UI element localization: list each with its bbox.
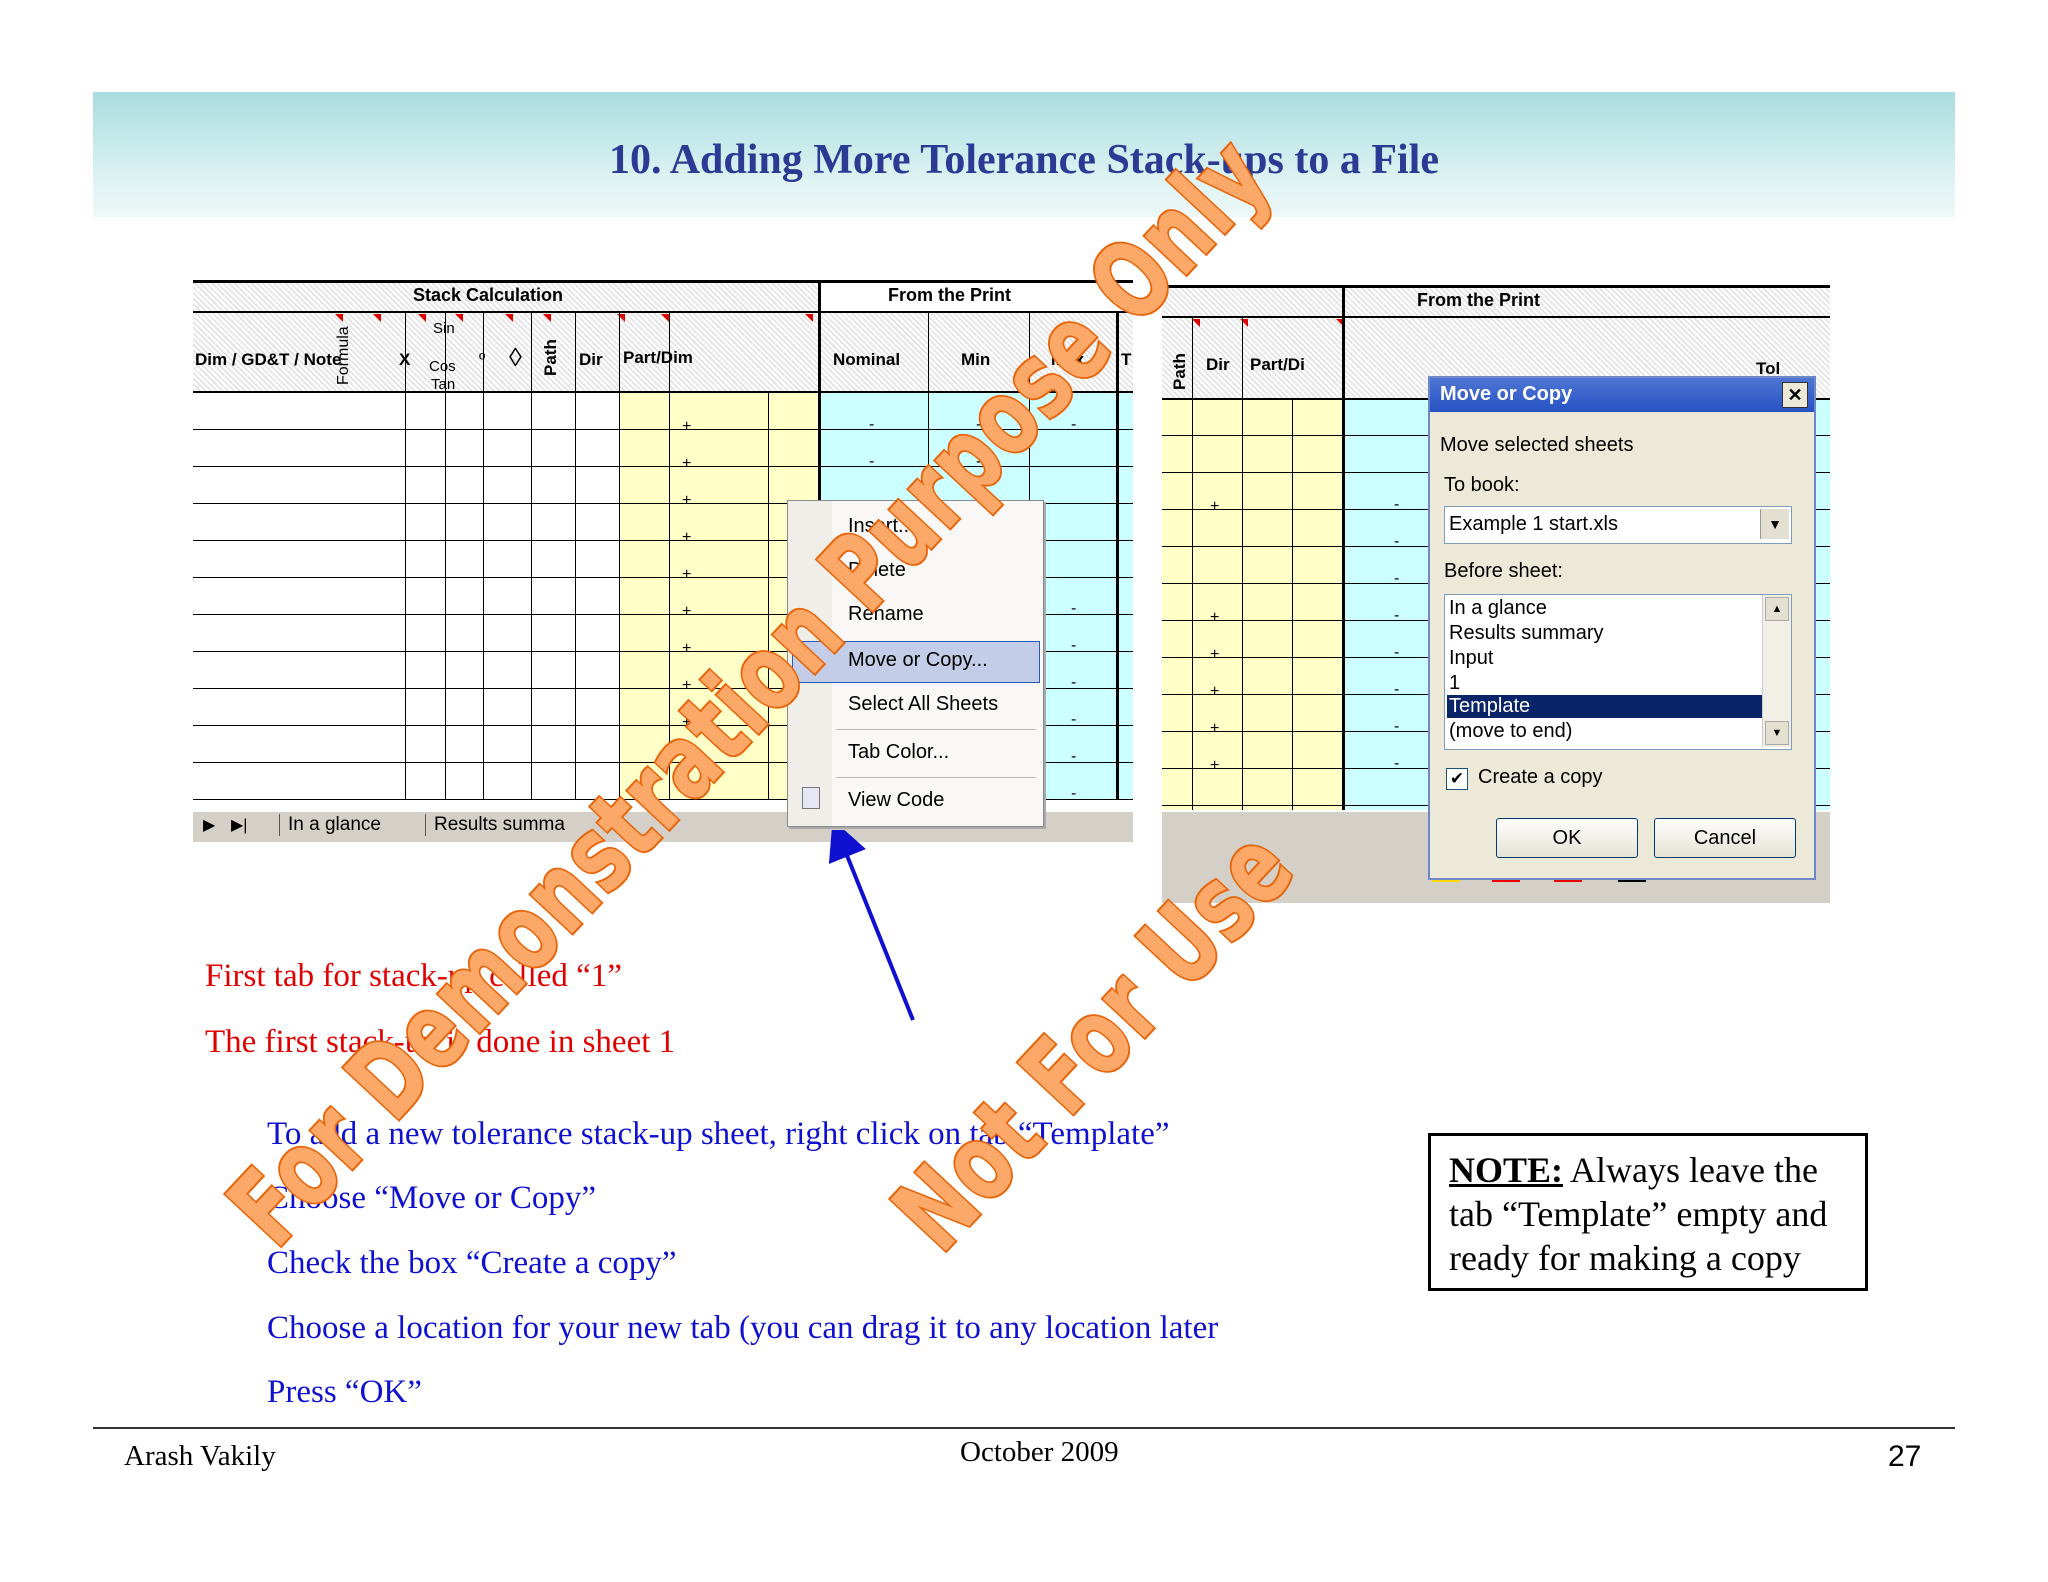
col-dir: Dir xyxy=(1206,355,1230,374)
cancel-button[interactable]: Cancel xyxy=(1654,818,1796,858)
dir-plus: + xyxy=(682,640,692,657)
list-item[interactable]: 1 xyxy=(1449,672,1460,695)
dir-plus: + xyxy=(1210,609,1220,626)
menu-item-tab-color[interactable]: Tab Color... xyxy=(848,741,949,764)
step-3: Check the box “Create a copy” xyxy=(267,1245,677,1281)
menu-item-move-or-copy[interactable]: Move or Copy... xyxy=(848,649,988,672)
nominal-dash: - xyxy=(1394,755,1400,772)
max-dash: - xyxy=(1071,600,1077,617)
dir-plus: + xyxy=(682,529,692,546)
menu-item-select-all-sheets[interactable]: Select All Sheets xyxy=(848,693,998,716)
tab-nav-next-icon[interactable]: ▶ xyxy=(203,815,215,835)
list-scrollbar[interactable]: ▲ ▼ xyxy=(1762,595,1791,747)
list-item-selected[interactable]: Template xyxy=(1447,695,1762,718)
nominal-dash: - xyxy=(1394,644,1400,661)
step-4: Choose a location for your new tab (you … xyxy=(267,1310,1219,1346)
nominal-dash: - xyxy=(1394,718,1400,735)
col-path: Path xyxy=(541,339,560,376)
tab-nav-last-icon[interactable]: ▶| xyxy=(231,815,247,835)
scroll-up-icon[interactable]: ▲ xyxy=(1765,597,1789,621)
dir-plus: + xyxy=(1210,498,1220,515)
close-icon[interactable]: ✕ xyxy=(1782,382,1808,408)
nominal-dash: - xyxy=(1394,570,1400,587)
view-code-icon xyxy=(802,787,820,809)
nominal-dash: - xyxy=(1394,681,1400,698)
move-selected-sheets-label: Move selected sheets xyxy=(1440,434,1634,456)
group-header-from-the-print: From the Print xyxy=(888,285,1012,305)
note-label: NOTE: xyxy=(1449,1150,1564,1190)
footer-date: October 2009 xyxy=(960,1436,1119,1468)
move-or-copy-dialog: Move or Copy ✕ Move selected sheets To b… xyxy=(1428,376,1816,880)
list-item[interactable]: Input xyxy=(1449,647,1493,670)
list-item[interactable]: In a glance xyxy=(1449,597,1547,620)
max-dash: - xyxy=(1071,785,1077,802)
dir-plus: + xyxy=(682,492,692,509)
max-dash: - xyxy=(1071,748,1077,765)
footer-divider xyxy=(93,1427,1955,1429)
list-item[interactable]: (move to end) xyxy=(1449,720,1572,743)
before-sheet-label: Before sheet: xyxy=(1444,560,1563,582)
col-formula: Formula xyxy=(335,326,352,385)
col-path: Path xyxy=(1170,353,1189,390)
nominal-dash: - xyxy=(869,416,875,433)
nominal-dash: - xyxy=(1394,607,1400,624)
to-book-value: Example 1 start.xls xyxy=(1449,513,1618,535)
col-cos: Cos xyxy=(429,358,456,375)
col-sin: Sin xyxy=(433,320,455,337)
col-dir: Dir xyxy=(579,350,603,369)
dir-plus: + xyxy=(682,455,692,472)
footer-page-number: 27 xyxy=(1888,1440,1922,1473)
tab-in-a-glance[interactable]: In a glance xyxy=(279,814,381,836)
pointer-arrow xyxy=(828,830,915,1021)
nominal-dash: - xyxy=(1394,533,1400,550)
menu-item-view-code[interactable]: View Code xyxy=(848,789,944,812)
col-part-dim: Part/Di xyxy=(1250,355,1305,374)
group-header-from-the-print: From the Print xyxy=(1417,290,1541,310)
ok-button[interactable]: OK xyxy=(1496,818,1638,858)
dir-plus: + xyxy=(1210,646,1220,663)
col-part-dim: Part/Dim xyxy=(623,348,693,367)
footer-author: Arash Vakily xyxy=(124,1440,276,1472)
slide-title: 10. Adding More Tolerance Stack-ups to a… xyxy=(609,137,1439,183)
dir-plus: + xyxy=(682,603,692,620)
before-sheet-list[interactable]: In a glance Results summary Input 1 Temp… xyxy=(1444,594,1792,750)
nominal-dash: - xyxy=(1394,496,1400,513)
max-dash: - xyxy=(1071,674,1077,691)
list-item[interactable]: Results summary xyxy=(1449,622,1603,645)
scroll-down-icon[interactable]: ▼ xyxy=(1765,721,1789,745)
dir-plus: + xyxy=(1210,683,1220,700)
col-diamond: ◊ xyxy=(509,342,522,372)
dir-plus: + xyxy=(1210,720,1220,737)
col-tan: Tan xyxy=(431,376,456,393)
dir-plus: + xyxy=(682,566,692,583)
to-book-select[interactable]: Example 1 start.xls ▼ xyxy=(1444,506,1792,544)
col-dim-note: Dim / GD&T / Note xyxy=(195,350,342,369)
step-5: Press “OK” xyxy=(267,1374,422,1410)
dialog-title: Move or Copy xyxy=(1440,383,1573,405)
group-header-stack-calculation: Stack Calculation xyxy=(413,285,564,305)
to-book-label: To book: xyxy=(1444,474,1520,496)
create-copy-label[interactable]: Create a copy xyxy=(1478,766,1603,789)
max-dash: - xyxy=(1071,711,1077,728)
dir-plus: + xyxy=(682,418,692,435)
col-nominal: Nominal xyxy=(833,350,901,369)
chevron-down-icon[interactable]: ▼ xyxy=(1760,509,1789,539)
max-dash: - xyxy=(1071,637,1077,654)
dialog-titlebar: Move or Copy ✕ xyxy=(1430,378,1814,412)
dir-plus: + xyxy=(1210,757,1220,774)
note-box: NOTE: Always leave the tab “Template” em… xyxy=(1428,1133,1868,1291)
create-copy-checkbox[interactable]: ✔ xyxy=(1446,768,1468,790)
